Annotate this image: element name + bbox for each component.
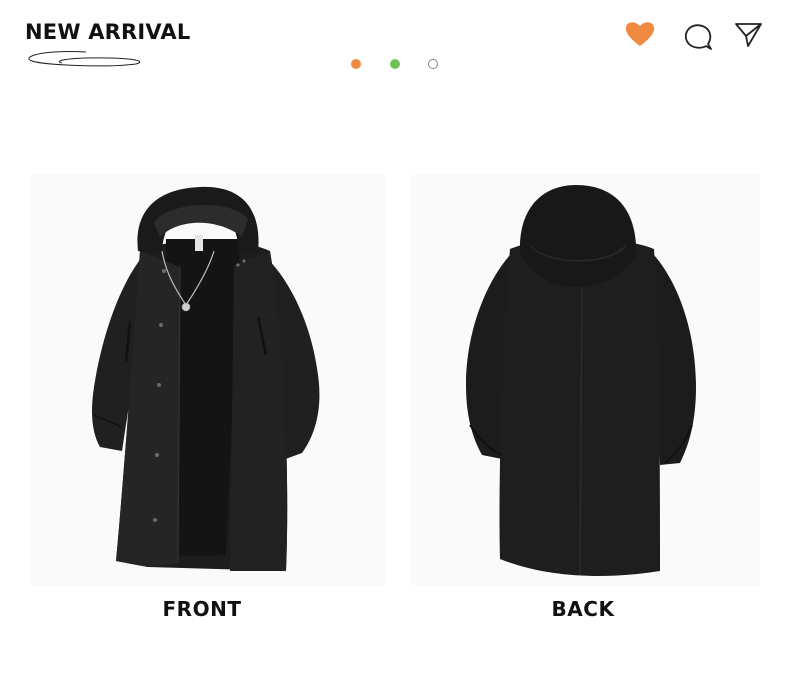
carousel-indicator: [350, 59, 445, 71]
heart-icon[interactable]: [624, 20, 656, 48]
coat-back-illustration: [410, 175, 760, 585]
title-underline-swoosh: [28, 51, 141, 67]
speech-bubble-icon[interactable]: [683, 22, 713, 52]
product-image-back: [410, 175, 760, 585]
carousel-dot-2[interactable]: [390, 59, 400, 69]
carousel-dot-1[interactable]: [351, 59, 361, 69]
front-view-label: FRONT: [162, 597, 242, 621]
coat-front-illustration: [30, 175, 385, 585]
back-view-label: BACK: [551, 597, 615, 621]
page-title: NEW ARRIVAL: [25, 20, 191, 44]
paper-plane-icon[interactable]: [734, 21, 764, 49]
carousel-dot-3[interactable]: [428, 59, 438, 69]
product-image-front: [30, 175, 385, 585]
